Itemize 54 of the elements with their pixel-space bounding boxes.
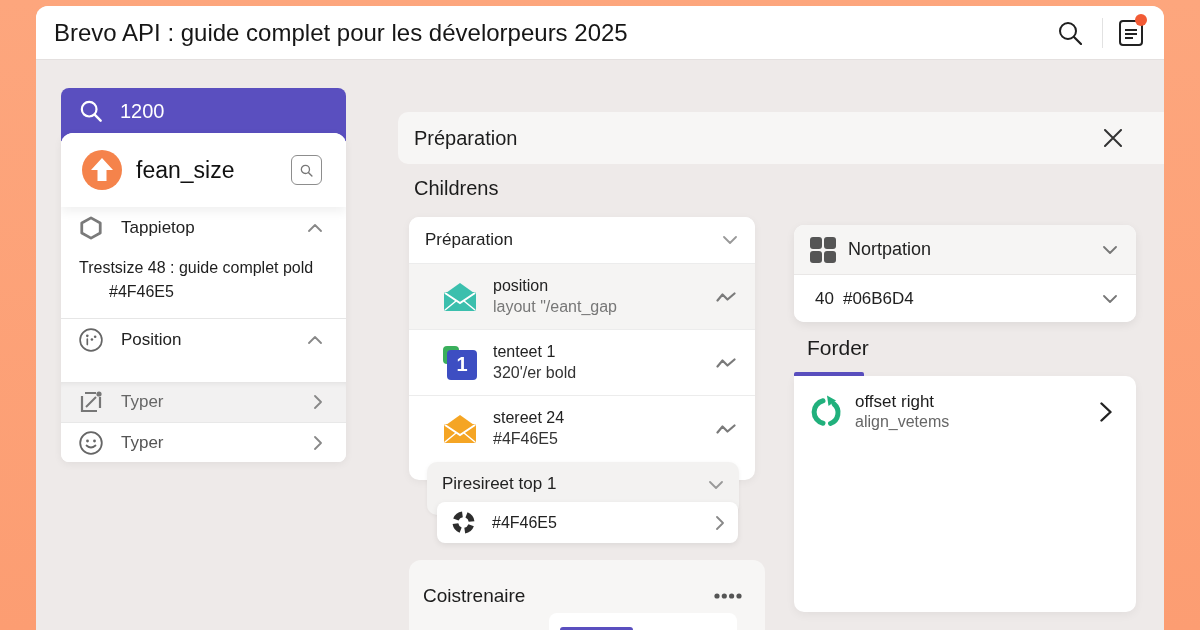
smiley-icon bbox=[79, 430, 103, 455]
chevron-down-icon bbox=[1103, 245, 1117, 254]
item-title: offset right bbox=[855, 391, 935, 412]
section-text: Trestsize 48 : guide complet pold bbox=[79, 259, 314, 276]
list-item[interactable]: 1 tenteet 1 320'/er bold bbox=[409, 329, 755, 395]
chevron-right-icon bbox=[1100, 401, 1112, 422]
section-header[interactable]: Tappietop bbox=[61, 207, 346, 249]
chevron-right-icon bbox=[716, 515, 724, 530]
item-subtitle: 320'/er bold bbox=[493, 363, 577, 383]
item-subtitle: #4F46E5 bbox=[493, 429, 558, 449]
item-title: position bbox=[493, 276, 549, 296]
list-item[interactable]: offset right align_vetems bbox=[794, 376, 1136, 432]
zigzag-icon bbox=[716, 291, 736, 302]
select-field[interactable]: 40 #06B6D4 bbox=[794, 275, 1136, 322]
item-title: tenteet 1 bbox=[493, 342, 556, 362]
item-subtitle: align_vetems bbox=[855, 412, 950, 432]
grid-icon bbox=[810, 236, 836, 263]
chevron-down-icon bbox=[1103, 294, 1117, 303]
hexagon-icon bbox=[79, 216, 103, 240]
sidebar-item[interactable]: Typer bbox=[61, 382, 346, 422]
close-button[interactable] bbox=[1104, 129, 1122, 147]
zigzag-icon bbox=[716, 423, 736, 434]
spinner-icon bbox=[452, 511, 475, 534]
list-item[interactable]: stereet 24 #4F46E5 bbox=[409, 395, 755, 461]
dotted-circle-icon bbox=[79, 328, 103, 352]
notes-icon[interactable] bbox=[1119, 19, 1143, 46]
search-button[interactable] bbox=[291, 155, 322, 185]
tab[interactable]: Forder bbox=[794, 335, 869, 376]
section-heading: Childrens bbox=[414, 177, 499, 199]
more-icon[interactable] bbox=[714, 592, 742, 599]
window-title: Brevo API : guide complet pour les dévelorpeurs 2025 bbox=[54, 18, 628, 47]
arrow-up-icon bbox=[82, 150, 122, 190]
chevron-right-icon bbox=[314, 395, 322, 409]
zigzag-icon bbox=[716, 357, 736, 368]
item-subtitle: layout "/eant_gap bbox=[493, 297, 617, 317]
search-icon bbox=[300, 163, 313, 177]
section-header[interactable]: Position bbox=[61, 319, 346, 361]
section-text: #4F46E5 bbox=[109, 283, 174, 300]
list-item[interactable]: #4F46E5 bbox=[437, 502, 738, 543]
chevron-down-icon bbox=[709, 481, 723, 489]
search-icon[interactable] bbox=[1058, 20, 1082, 45]
chevron-right-icon bbox=[314, 435, 322, 450]
item-title: stereet 24 bbox=[493, 408, 565, 428]
search-icon bbox=[80, 100, 102, 122]
list-item[interactable]: position layout "/eant_gap bbox=[409, 263, 755, 329]
chevron-down-icon bbox=[723, 236, 737, 244]
sidebar-item[interactable]: Typer bbox=[61, 422, 346, 462]
panel-title: Préparation bbox=[414, 126, 519, 150]
accordion-header[interactable]: Préparation bbox=[409, 217, 755, 263]
card-title: Coistrenaire bbox=[423, 584, 527, 607]
close-icon bbox=[1104, 129, 1122, 147]
profile-name: fean_size bbox=[136, 156, 236, 184]
crop-icon bbox=[79, 390, 103, 414]
dropdown-header[interactable]: Nortpation bbox=[794, 225, 1136, 275]
